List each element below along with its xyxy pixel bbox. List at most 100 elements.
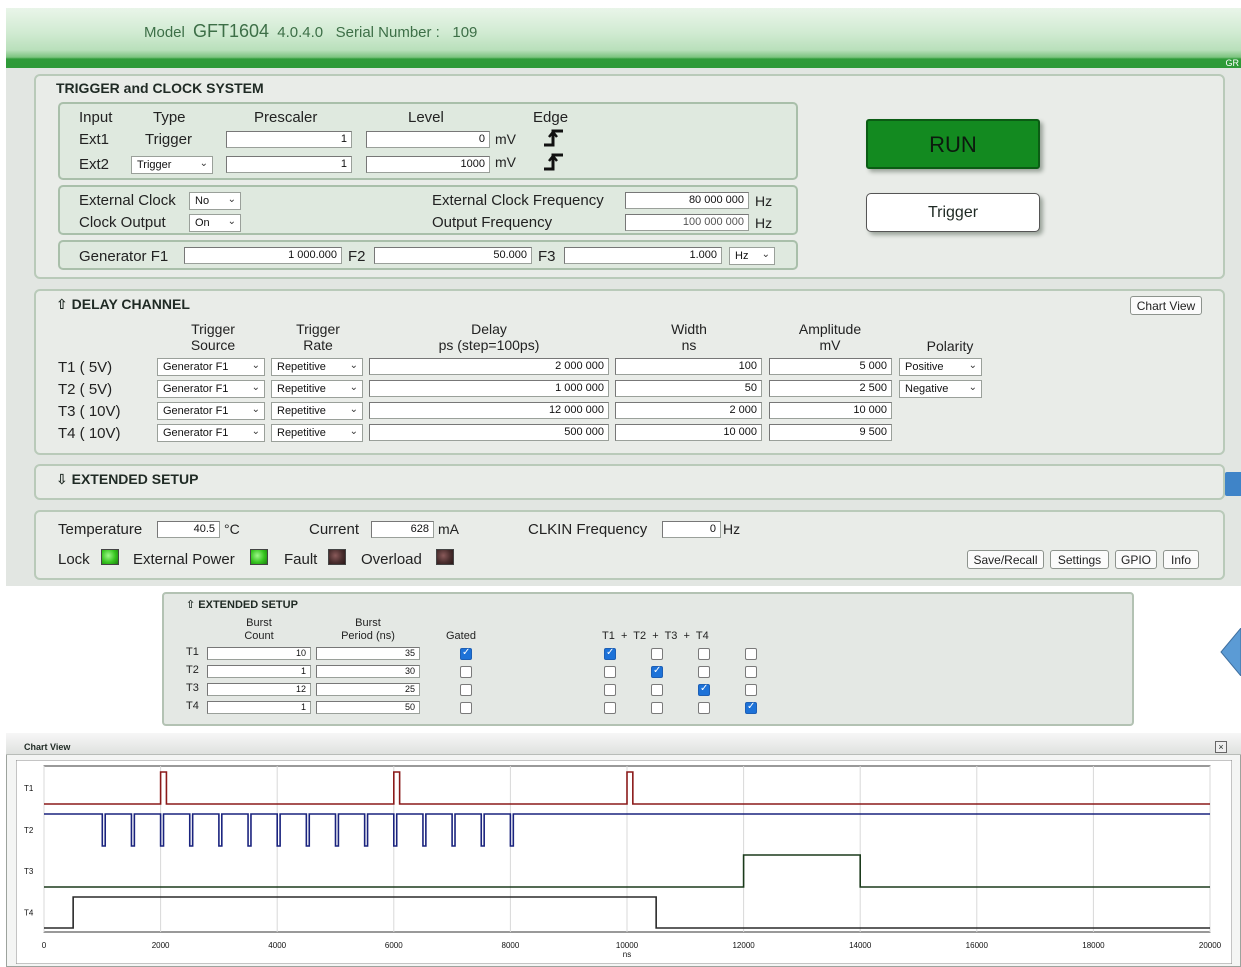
t4-source-select[interactable]: Generator F1 ⌄ bbox=[157, 424, 265, 442]
t1-sum-checkbox[interactable] bbox=[604, 684, 616, 696]
overload-label: Overload bbox=[361, 551, 422, 568]
t2-width-input[interactable]: 50 bbox=[615, 380, 762, 397]
t3-rate-select[interactable]: Repetitive ⌄ bbox=[271, 402, 363, 420]
close-icon[interactable]: × bbox=[1215, 741, 1227, 753]
ext1-level-input[interactable]: 0 bbox=[366, 131, 490, 148]
gpio-button[interactable]: GPIO bbox=[1115, 550, 1157, 569]
clkin-value: 0 bbox=[662, 521, 721, 538]
chart-view-button[interactable]: Chart View bbox=[1130, 296, 1202, 315]
frequency-unit-select[interactable]: Hz ⌄ bbox=[729, 247, 775, 265]
chart-view-titlebar[interactable] bbox=[6, 733, 1241, 755]
col-input: Input bbox=[79, 109, 113, 126]
t1-amplitude-input[interactable]: 5 000 bbox=[769, 358, 892, 375]
external-clock-select[interactable]: No ⌄ bbox=[189, 192, 241, 210]
channel-t3-label: T3 ( 10V) bbox=[58, 403, 121, 420]
t1-rate-select[interactable]: Repetitive ⌄ bbox=[271, 358, 363, 376]
t3-sum-checkbox[interactable] bbox=[698, 648, 710, 660]
burst-period-input[interactable]: 30 bbox=[316, 665, 420, 678]
ext-clock-freq-input[interactable]: 80 000 000 bbox=[625, 192, 749, 209]
extended-setup-collapsed-title: EXTENDED SETUP bbox=[71, 471, 199, 487]
t4-delay-input[interactable]: 500 000 bbox=[369, 424, 609, 441]
clock-output-select[interactable]: On ⌄ bbox=[189, 214, 241, 232]
extended-setup-collapsed-panel bbox=[34, 464, 1225, 500]
t3-sum-checkbox[interactable] bbox=[698, 702, 710, 714]
col-prescaler: Prescaler bbox=[254, 109, 318, 126]
t3-source-value: Generator F1 bbox=[163, 405, 229, 417]
info-button[interactable]: Info bbox=[1163, 550, 1199, 569]
width-header: Width ns bbox=[639, 321, 739, 353]
t4-sum-checkbox[interactable] bbox=[745, 666, 757, 678]
f2-input[interactable]: 50.000 bbox=[374, 247, 532, 264]
chevron-down-icon: ⌄ bbox=[251, 404, 260, 415]
rising-edge-icon[interactable] bbox=[542, 151, 566, 173]
burst-count-input[interactable]: 12 bbox=[207, 683, 311, 696]
t1-delay-input[interactable]: 2 000 000 bbox=[369, 358, 609, 375]
t2-sum-checkbox[interactable] bbox=[651, 702, 663, 714]
t2-sum-checkbox[interactable] bbox=[651, 684, 663, 696]
gated-checkbox[interactable] bbox=[460, 702, 472, 714]
t4-sum-checkbox[interactable] bbox=[745, 648, 757, 660]
ext1-label: Ext1 bbox=[79, 131, 110, 148]
t1-sum-checkbox[interactable] bbox=[604, 647, 616, 660]
header-corner-text: GR bbox=[1225, 58, 1240, 68]
delay-header: Delay ps (step=100ps) bbox=[389, 321, 589, 353]
series-label: T2 bbox=[24, 826, 34, 835]
t1-sum-checkbox[interactable] bbox=[604, 666, 616, 678]
run-button[interactable]: RUN bbox=[866, 119, 1040, 169]
t1-width-input[interactable]: 100 bbox=[615, 358, 762, 375]
t2-sum-checkbox[interactable] bbox=[651, 665, 663, 678]
ext2-prescaler-input[interactable]: 1 bbox=[226, 156, 352, 173]
temperature-unit: °C bbox=[224, 521, 240, 537]
ext1-prescaler-input[interactable]: 1 bbox=[226, 131, 352, 148]
t2-sum-checkbox[interactable] bbox=[651, 648, 663, 660]
save-recall-button[interactable]: Save/Recall bbox=[967, 550, 1044, 569]
t3-delay-input[interactable]: 12 000 000 bbox=[369, 402, 609, 419]
burst-count-input[interactable]: 1 bbox=[207, 665, 311, 678]
extended-setup-toggle[interactable]: ⇩ EXTENDED SETUP bbox=[56, 471, 198, 488]
t3-width-input[interactable]: 2 000 bbox=[615, 402, 762, 419]
t4-width-input[interactable]: 10 000 bbox=[615, 424, 762, 441]
burst-period-input[interactable]: 50 bbox=[316, 701, 420, 714]
t3-rate-value: Repetitive bbox=[277, 405, 326, 417]
chevron-down-icon: ⌄ bbox=[968, 382, 977, 393]
gated-checkbox[interactable] bbox=[460, 666, 472, 678]
gated-checkbox[interactable] bbox=[460, 647, 472, 660]
header-line: Period (ns) bbox=[341, 630, 395, 642]
t4-rate-select[interactable]: Repetitive ⌄ bbox=[271, 424, 363, 442]
t1-sum-checkbox[interactable] bbox=[604, 702, 616, 714]
t3-amplitude-input[interactable]: 10 000 bbox=[769, 402, 892, 419]
burst-count-input[interactable]: 1 bbox=[207, 701, 311, 714]
t4-sum-checkbox[interactable] bbox=[745, 701, 757, 714]
f1-input[interactable]: 1 000.000 bbox=[184, 247, 342, 264]
burst-count-input[interactable]: 10 bbox=[207, 647, 311, 660]
t2-source-select[interactable]: Generator F1 ⌄ bbox=[157, 380, 265, 398]
burst-period-input[interactable]: 25 bbox=[316, 683, 420, 696]
trigger-button[interactable]: Trigger bbox=[866, 193, 1040, 232]
gated-checkbox[interactable] bbox=[460, 684, 472, 696]
ext2-level-input[interactable]: 1000 bbox=[366, 156, 490, 173]
t1-polarity-select[interactable]: Positive ⌄ bbox=[899, 358, 982, 376]
t2-rate-select[interactable]: Repetitive ⌄ bbox=[271, 380, 363, 398]
t3-sum-checkbox[interactable] bbox=[698, 666, 710, 678]
t2-delay-input[interactable]: 1 000 000 bbox=[369, 380, 609, 397]
burst-period-input[interactable]: 35 bbox=[316, 647, 420, 660]
t1-source-select[interactable]: Generator F1 ⌄ bbox=[157, 358, 265, 376]
t2-polarity-select[interactable]: Negative ⌄ bbox=[899, 380, 982, 398]
settings-button[interactable]: Settings bbox=[1050, 550, 1109, 569]
ext2-type-select[interactable]: Trigger ⌄ bbox=[131, 156, 213, 174]
collapse-arrow-up-icon: ⇧ bbox=[56, 296, 68, 312]
t3-source-select[interactable]: Generator F1 ⌄ bbox=[157, 402, 265, 420]
extended-setup-header[interactable]: ⇧ EXTENDED SETUP bbox=[186, 598, 298, 611]
delay-channel-header[interactable]: ⇧ DELAY CHANNEL bbox=[56, 296, 190, 313]
burst-row-label: T3 bbox=[186, 682, 199, 694]
chevron-down-icon: ⌄ bbox=[349, 382, 358, 393]
col-type: Type bbox=[153, 109, 186, 126]
rising-edge-icon[interactable] bbox=[542, 127, 566, 149]
t4-amplitude-input[interactable]: 9 500 bbox=[769, 424, 892, 441]
t3-sum-checkbox[interactable] bbox=[698, 683, 710, 696]
t4-sum-checkbox[interactable] bbox=[745, 684, 757, 696]
chevron-down-icon: ⌄ bbox=[227, 194, 236, 205]
f3-input[interactable]: 1.000 bbox=[564, 247, 722, 264]
chevron-down-icon: ⌄ bbox=[199, 158, 208, 169]
t2-amplitude-input[interactable]: 2 500 bbox=[769, 380, 892, 397]
